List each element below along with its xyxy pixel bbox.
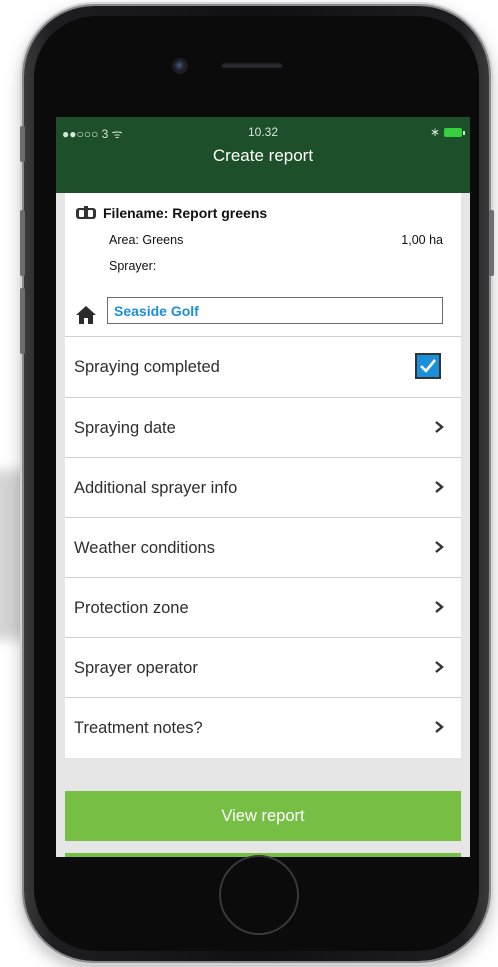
page-title: Create report (212, 146, 314, 165)
file-header: Filename: Report greens (75, 205, 267, 221)
mute-switch (20, 126, 25, 162)
row-label: Weather conditions (74, 538, 215, 557)
front-camera (174, 60, 186, 72)
chevron-right-icon (435, 541, 444, 553)
row-label: Spraying date (74, 418, 176, 437)
row-label: Additional sprayer info (74, 478, 238, 497)
home-icon (76, 306, 96, 324)
battery-icon (444, 127, 465, 137)
app-header: ●●○○○ 3 ᯤ 10.32 ∗ Create report (56, 117, 470, 193)
row-additional-sprayer-info[interactable]: Additional sprayer info (65, 458, 461, 518)
row-protection-zone[interactable]: Protection zone (65, 578, 461, 638)
view-report-button[interactable]: View report (65, 791, 461, 841)
app-screen: ●●○○○ 3 ᯤ 10.32 ∗ Create report Filename… (56, 117, 470, 857)
earpiece-speaker (221, 62, 283, 68)
status-time: 10.32 (247, 125, 279, 139)
checkmark-icon (420, 359, 437, 373)
area-label: Area: Greens (109, 233, 184, 247)
home-button[interactable] (219, 855, 299, 935)
report-form: Filename: Report greens Area: Greens 1,0… (65, 193, 461, 758)
chevron-right-icon (435, 721, 444, 733)
status-right: ∗ (429, 125, 465, 139)
volume-down-button (20, 288, 25, 354)
power-button (489, 210, 494, 276)
spraying-completed-checkbox[interactable] (415, 353, 441, 379)
row-label: Sprayer operator (74, 658, 198, 677)
chevron-right-icon (435, 421, 444, 433)
chevron-right-icon (435, 661, 444, 673)
area-value: 1,00 ha (401, 233, 443, 247)
row-weather-conditions[interactable]: Weather conditions (65, 518, 461, 578)
status-bar: ●●○○○ 3 ᯤ 10.32 ∗ (56, 125, 470, 141)
chevron-right-icon (435, 481, 444, 493)
row-treatment-notes[interactable]: Treatment notes? (65, 698, 461, 758)
row-spraying-date[interactable]: Spraying date (65, 398, 461, 458)
row-label: Spraying completed (74, 357, 220, 376)
sprayer-label: Sprayer: (109, 259, 157, 273)
row-sprayer-operator[interactable]: Sprayer operator (65, 638, 461, 698)
row-label: Protection zone (74, 598, 189, 617)
file-name: Filename: Report greens (103, 205, 268, 221)
sprayer-icon (76, 206, 96, 219)
volume-up-button (20, 210, 25, 276)
row-label: Treatment notes? (74, 718, 203, 737)
location-input[interactable] (107, 297, 443, 324)
chevron-right-icon (435, 601, 444, 613)
row-spraying-completed[interactable]: Spraying completed (65, 337, 461, 397)
bluetooth-icon: ∗ (429, 125, 440, 139)
